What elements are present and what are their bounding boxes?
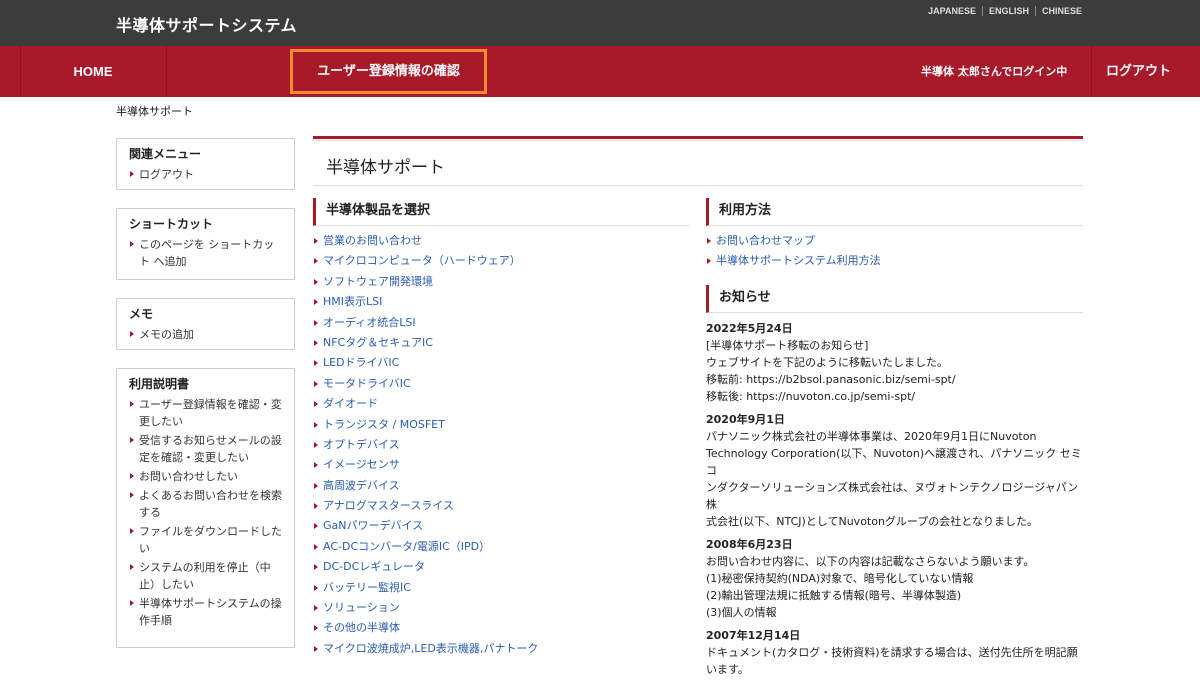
nav-home[interactable]: HOME [20,46,166,97]
products-heading: 半導体製品を選択 [313,198,689,226]
news-line: 式会社(以下、NTCJ)としてNuvotonグループの会社となりました。 [706,515,1038,528]
news-line: ンダクターソリューションズ株式会社は、ヌヴォトンテクノロジージャパン株 [706,481,1079,511]
product-link[interactable]: DC-DCレギュレータ [313,557,689,577]
news-line: お問い合わせ内容に、以下の内容は記載なさらないよう願います。 [706,555,1035,568]
product-link[interactable]: その他の半導体 [313,618,689,638]
sidebar-manual: 利用説明書 ユーザー登録情報を確認・変更したい 受信するお知らせメールの設定を確… [116,368,295,648]
product-link[interactable]: GaNパワーデバイス [313,516,689,536]
news-line: ドキュメント(カタログ・技術資料)を請求する場合は、送付先住所を明記願 [706,646,1078,659]
sidebar-item-manual[interactable]: よくあるお問い合わせを検索する [129,487,284,521]
nav-logout[interactable]: ログアウト [1091,46,1186,97]
sidebar-related-title: 関連メニュー [129,147,202,161]
news-heading: お知らせ [706,285,1083,313]
product-list: 営業のお問い合わせ マイクロコンピュータ（ハードウェア） ソフトウェア開発環境 … [313,231,689,659]
product-link[interactable]: マイクロコンピュータ（ハードウェア） [313,251,689,271]
news-line: (2)輸出管理法規に抵触する情報(暗号、半導体製造) [706,589,962,602]
news-line: Technology Corporation(以下、Nuvoton)へ譲渡され、… [706,447,1082,477]
product-link[interactable]: NFCタグ＆セキュアIC [313,333,689,353]
news-date: 2007年12月14日 [706,629,801,642]
sidebar-item-add-memo[interactable]: メモの追加 [129,326,284,343]
product-link[interactable]: ソリューション [313,598,689,618]
title-divider [313,185,1083,186]
news-line: [半導体サポート移転のお知らせ] [706,339,869,352]
product-link[interactable]: 営業のお問い合わせ [313,231,689,251]
news-list: 2022年5月24日 [半導体サポート移転のお知らせ] ウェブサイトを下記のよう… [706,320,1086,678]
news-line: (3)個人の情報 [706,606,777,619]
product-link[interactable]: トランジスタ / MOSFET [313,415,689,435]
top-header: 半導体サポートシステム JAPANESE ENGLISH CHINESE [0,0,1200,46]
main-nav: HOME ユーザー登録情報の確認 半導体 太郎さんでログイン中 ログアウト [0,46,1200,97]
lang-japanese[interactable]: JAPANESE [922,6,982,16]
lang-english[interactable]: ENGLISH [983,6,1035,16]
news-date: 2020年9月1日 [706,413,785,426]
product-link[interactable]: バッテリー監視IC [313,578,689,598]
usage-heading: 利用方法 [706,198,1083,226]
sidebar-manual-title: 利用説明書 [129,377,190,391]
news-line: パナソニック株式会社の半導体事業は、2020年9月1日にNuvoton [706,430,1037,443]
sidebar-item-manual[interactable]: システムの利用を停止（中止）したい [129,559,284,593]
product-link[interactable]: AC-DCコンバータ/電源IC（IPD） [313,537,689,557]
news-date: 2008年6月23日 [706,538,793,551]
product-link[interactable]: モータドライバIC [313,374,689,394]
page-title: 半導体サポート [326,158,445,178]
sidebar-shortcut-title: ショートカット [129,217,214,231]
usage-link-inquiry-map[interactable]: お問い合わせマップ [706,231,1083,251]
sidebar-item-add-shortcut[interactable]: このページを ショートカット へ追加 [129,236,284,270]
login-status: 半導体 太郎さんでログイン中 [921,65,1068,78]
lang-chinese[interactable]: CHINESE [1036,6,1088,16]
news-line: 移転後: https://nuvoton.co.jp/semi-spt/ [706,390,916,403]
sidebar-memo-title: メモ [129,307,154,321]
sidebar-item-manual[interactable]: 半導体サポートシステムの操作手順 [129,595,284,629]
news-line: ウェブサイトを下記のように移転いたしました。 [706,356,948,369]
news-line: 移転前: https://b2bsol.panasonic.biz/semi-s… [706,373,956,386]
news-line: (1)秘密保持契約(NDA)対象で、暗号化していない情報 [706,572,974,585]
product-link[interactable]: ダイオード [313,394,689,414]
sidebar-item-manual[interactable]: 受信するお知らせメールの設定を確認・変更したい [129,432,284,466]
usage-list: お問い合わせマップ 半導体サポートシステム利用方法 [706,231,1083,272]
product-link[interactable]: HMI表示LSI [313,292,689,312]
sidebar-item-manual[interactable]: ユーザー登録情報を確認・変更したい [129,396,284,430]
product-link[interactable]: 高周波デバイス [313,476,689,496]
sidebar-shortcut: ショートカット このページを ショートカット へ追加 [116,208,295,280]
product-link[interactable]: アナログマスタースライス [313,496,689,516]
product-link[interactable]: LEDドライバIC [313,353,689,373]
sidebar-memo: メモ メモの追加 [116,298,295,350]
language-switcher: JAPANESE ENGLISH CHINESE [922,6,1088,16]
sidebar-item-manual[interactable]: お問い合わせしたい [129,468,284,485]
main-top-line [313,140,1083,141]
product-link[interactable]: マイクロ波焼成炉,LED表示機器,パナトーク [313,639,689,659]
product-link[interactable]: イメージセンサ [313,455,689,475]
product-link[interactable]: オーディオ統合LSI [313,313,689,333]
breadcrumb[interactable]: 半導体サポート [116,103,193,119]
sidebar-item-logout[interactable]: ログアウト [129,166,284,183]
usage-link-system-usage[interactable]: 半導体サポートシステム利用方法 [706,251,1083,271]
product-link[interactable]: オプトデバイス [313,435,689,455]
nav-divider [166,46,167,97]
news-date: 2022年5月24日 [706,322,793,335]
sidebar-related-menu: 関連メニュー ログアウト [116,138,295,190]
news-line: います。 [706,663,749,676]
nav-user-confirm[interactable]: ユーザー登録情報の確認 [290,49,487,94]
sidebar-item-manual[interactable]: ファイルをダウンロードしたい [129,523,284,557]
main-top-rule [313,136,1083,139]
site-title[interactable]: 半導体サポートシステム [116,12,297,36]
product-link[interactable]: ソフトウェア開発環境 [313,272,689,292]
